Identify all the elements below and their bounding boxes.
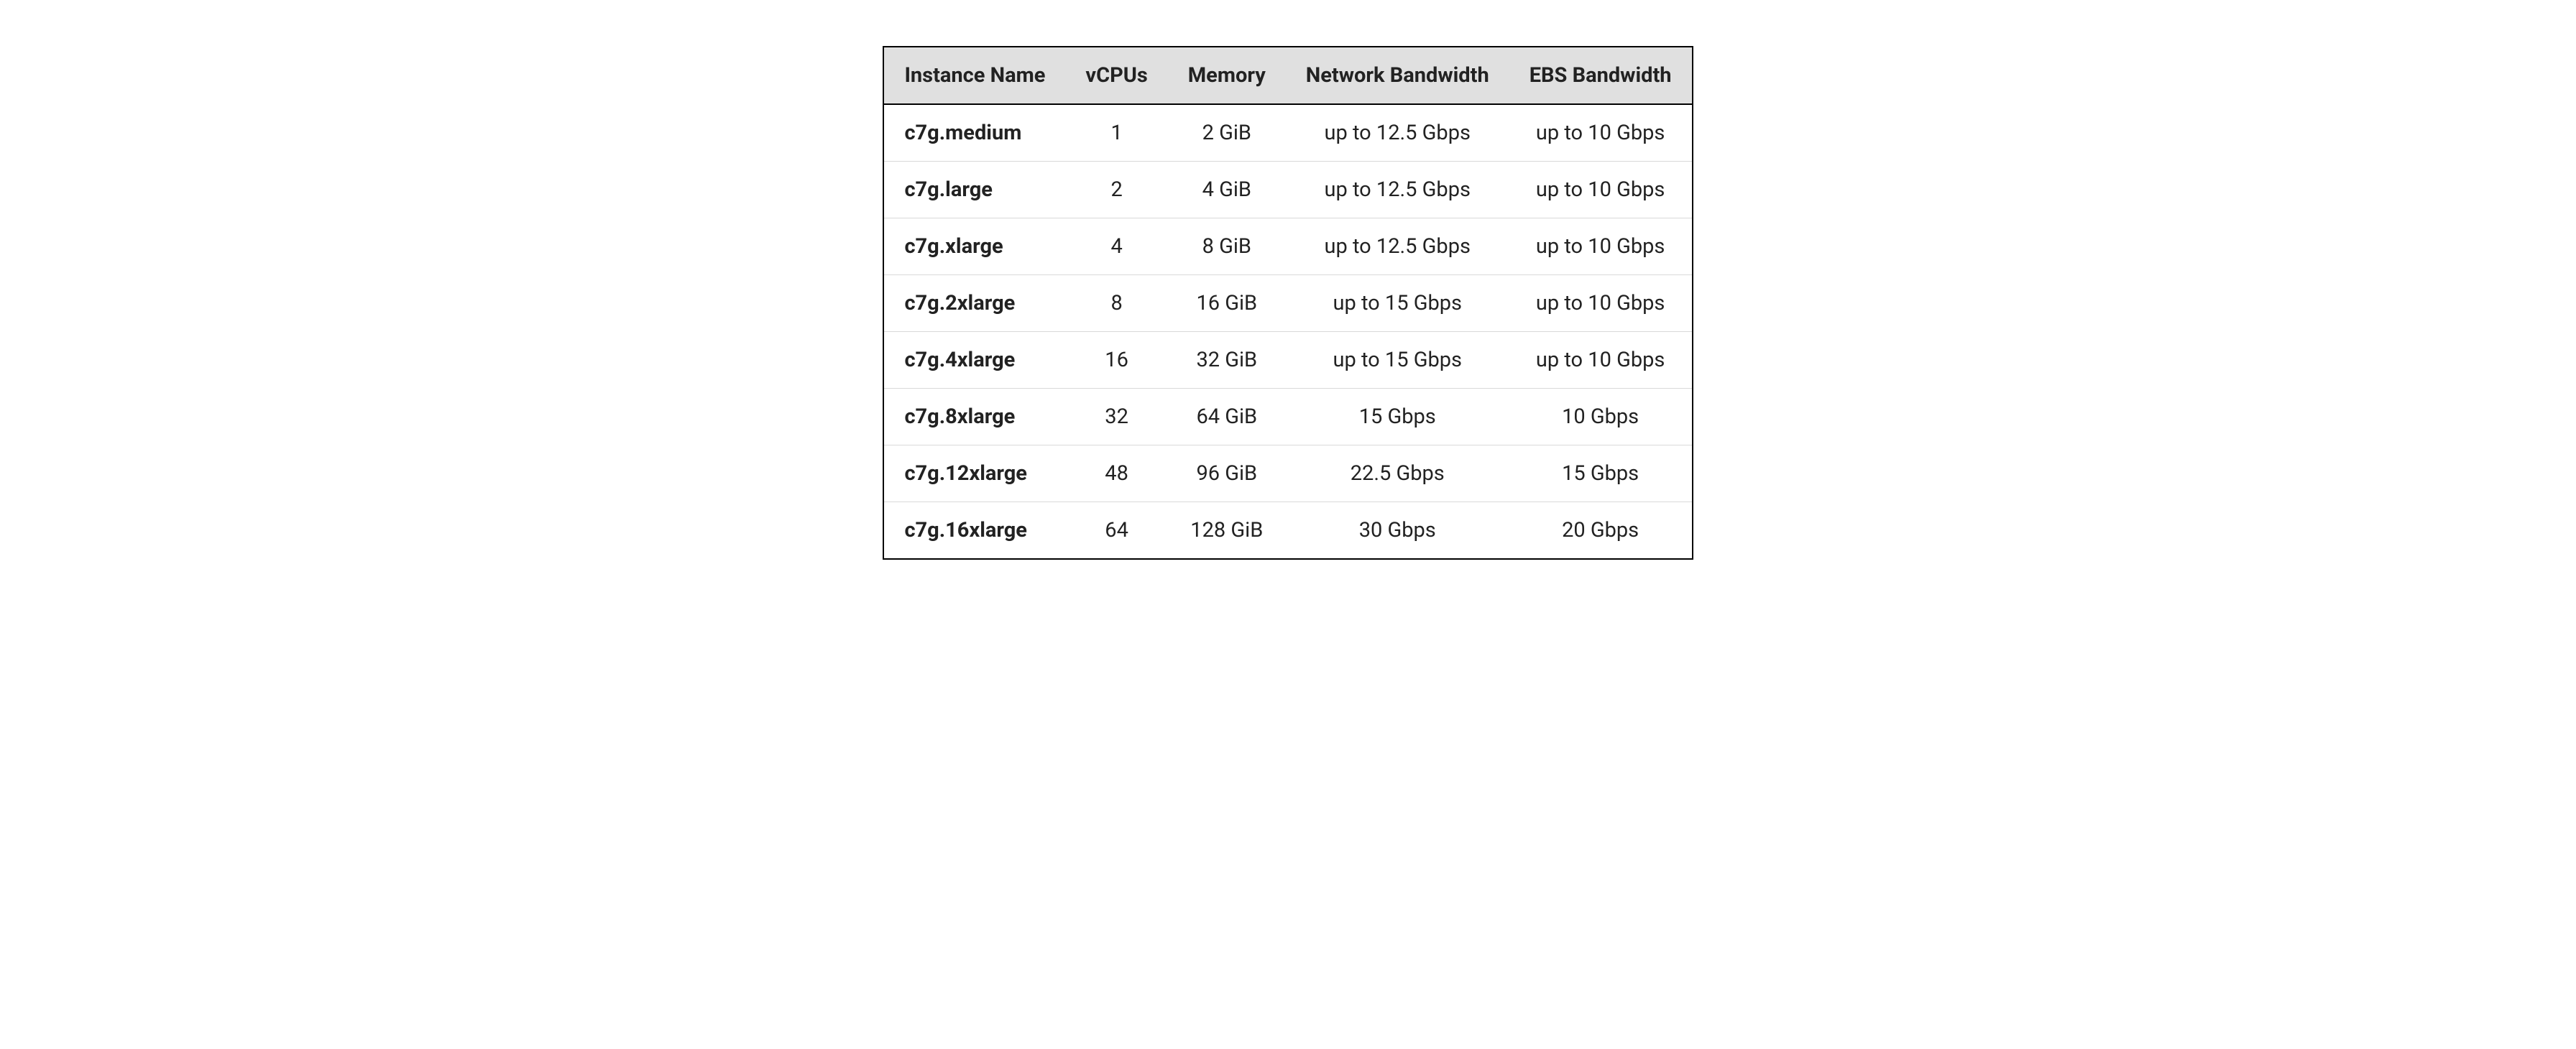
cell-instance-name: c7g.2xlarge xyxy=(884,275,1065,332)
cell-instance-name: c7g.8xlarge xyxy=(884,389,1065,445)
cell-network-bandwidth: 30 Gbps xyxy=(1286,502,1509,559)
table-row: c7g.2xlarge 8 16 GiB up to 15 Gbps up to… xyxy=(884,275,1691,332)
header-network-bandwidth: Network Bandwidth xyxy=(1286,47,1509,104)
cell-ebs-bandwidth: 15 Gbps xyxy=(1509,445,1692,502)
cell-instance-name: c7g.large xyxy=(884,162,1065,218)
cell-vcpus: 2 xyxy=(1065,162,1167,218)
cell-network-bandwidth: 22.5 Gbps xyxy=(1286,445,1509,502)
cell-memory: 64 GiB xyxy=(1168,389,1286,445)
cell-memory: 4 GiB xyxy=(1168,162,1286,218)
table-row: c7g.12xlarge 48 96 GiB 22.5 Gbps 15 Gbps xyxy=(884,445,1691,502)
instance-table: Instance Name vCPUs Memory Network Bandw… xyxy=(884,47,1691,558)
cell-instance-name: c7g.medium xyxy=(884,104,1065,162)
instance-table-wrapper: Instance Name vCPUs Memory Network Bandw… xyxy=(883,46,1693,560)
table-header-row: Instance Name vCPUs Memory Network Bandw… xyxy=(884,47,1691,104)
header-instance-name: Instance Name xyxy=(884,47,1065,104)
cell-vcpus: 8 xyxy=(1065,275,1167,332)
cell-ebs-bandwidth: up to 10 Gbps xyxy=(1509,332,1692,389)
cell-vcpus: 48 xyxy=(1065,445,1167,502)
cell-network-bandwidth: up to 15 Gbps xyxy=(1286,332,1509,389)
cell-memory: 96 GiB xyxy=(1168,445,1286,502)
table-row: c7g.4xlarge 16 32 GiB up to 15 Gbps up t… xyxy=(884,332,1691,389)
cell-ebs-bandwidth: 20 Gbps xyxy=(1509,502,1692,559)
cell-network-bandwidth: up to 12.5 Gbps xyxy=(1286,162,1509,218)
cell-memory: 128 GiB xyxy=(1168,502,1286,559)
cell-instance-name: c7g.4xlarge xyxy=(884,332,1065,389)
cell-instance-name: c7g.xlarge xyxy=(884,218,1065,275)
cell-ebs-bandwidth: up to 10 Gbps xyxy=(1509,162,1692,218)
cell-ebs-bandwidth: up to 10 Gbps xyxy=(1509,104,1692,162)
header-memory: Memory xyxy=(1168,47,1286,104)
cell-ebs-bandwidth: 10 Gbps xyxy=(1509,389,1692,445)
cell-memory: 16 GiB xyxy=(1168,275,1286,332)
table-row: c7g.large 2 4 GiB up to 12.5 Gbps up to … xyxy=(884,162,1691,218)
cell-instance-name: c7g.16xlarge xyxy=(884,502,1065,559)
cell-network-bandwidth: up to 12.5 Gbps xyxy=(1286,218,1509,275)
cell-ebs-bandwidth: up to 10 Gbps xyxy=(1509,218,1692,275)
cell-network-bandwidth: up to 12.5 Gbps xyxy=(1286,104,1509,162)
cell-ebs-bandwidth: up to 10 Gbps xyxy=(1509,275,1692,332)
header-ebs-bandwidth: EBS Bandwidth xyxy=(1509,47,1692,104)
table-body: c7g.medium 1 2 GiB up to 12.5 Gbps up to… xyxy=(884,104,1691,558)
cell-vcpus: 4 xyxy=(1065,218,1167,275)
table-row: c7g.medium 1 2 GiB up to 12.5 Gbps up to… xyxy=(884,104,1691,162)
cell-memory: 8 GiB xyxy=(1168,218,1286,275)
cell-memory: 32 GiB xyxy=(1168,332,1286,389)
cell-vcpus: 1 xyxy=(1065,104,1167,162)
cell-instance-name: c7g.12xlarge xyxy=(884,445,1065,502)
cell-vcpus: 16 xyxy=(1065,332,1167,389)
cell-memory: 2 GiB xyxy=(1168,104,1286,162)
cell-network-bandwidth: 15 Gbps xyxy=(1286,389,1509,445)
table-row: c7g.xlarge 4 8 GiB up to 12.5 Gbps up to… xyxy=(884,218,1691,275)
cell-vcpus: 64 xyxy=(1065,502,1167,559)
cell-vcpus: 32 xyxy=(1065,389,1167,445)
table-row: c7g.8xlarge 32 64 GiB 15 Gbps 10 Gbps xyxy=(884,389,1691,445)
cell-network-bandwidth: up to 15 Gbps xyxy=(1286,275,1509,332)
table-row: c7g.16xlarge 64 128 GiB 30 Gbps 20 Gbps xyxy=(884,502,1691,559)
header-vcpus: vCPUs xyxy=(1065,47,1167,104)
